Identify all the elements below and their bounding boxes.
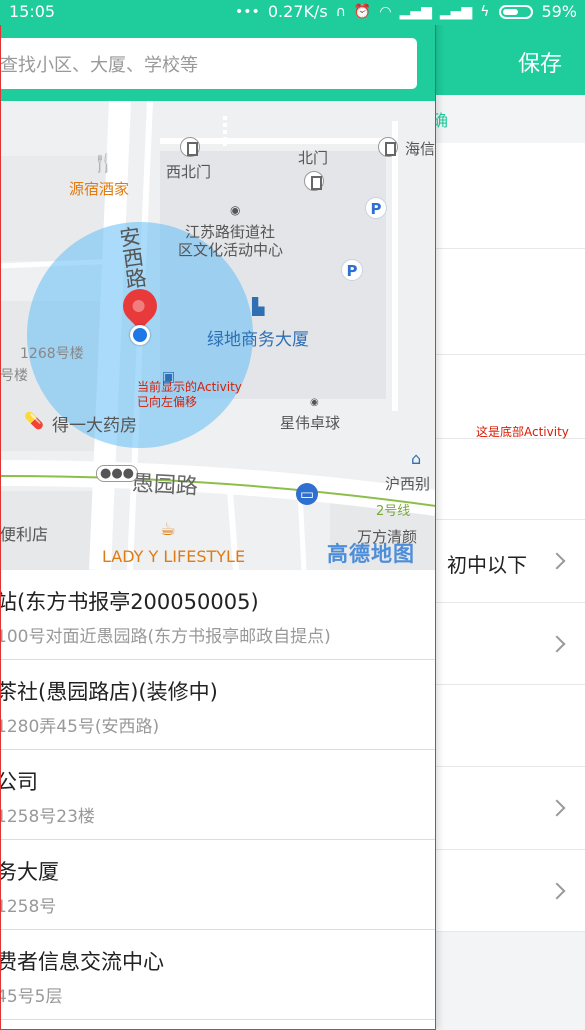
parking-icon: P (365, 197, 387, 219)
map-label-restaurant: 源宿酒家 (69, 180, 130, 198)
map-label-building: 1268号楼 (20, 346, 84, 362)
signal-icon: ▂▄▆ (399, 3, 432, 20)
gate-icon (378, 137, 398, 157)
map-label-cafe: LADY Y LIFESTYLE (102, 547, 246, 566)
net-speed: 0.27K/s (267, 2, 328, 21)
map-label-haixin: 海信 (405, 140, 436, 158)
map-label-road-huiyuan: 愚园路 (131, 471, 199, 500)
cafe-icon: ☕ (160, 519, 177, 540)
amap-logo: 高德地图 (327, 542, 415, 566)
wifi-icon: ◠ (379, 3, 392, 20)
poi-address: 100号对面近愚园路(东方书报亭邮政自提点) (0, 627, 331, 647)
chevron-right-icon (548, 882, 566, 900)
status-bar: 15:05 ••• 0.27K/s ∩ ⏰ ◠ ▂▄▆ ▂▄▆ ϟ 59% (0, 0, 585, 25)
more-dots-icon: ••• (235, 3, 260, 20)
note-line: 已向左偏移 (137, 395, 198, 409)
gate-icon (304, 171, 324, 191)
map-view[interactable]: 🍴 源宿酒家 西北门 北门 海信 P P ◉ 江苏路街道社 区文化活动中心 安西… (0, 101, 436, 570)
battery-percent: 59% (541, 2, 577, 21)
poi-dot-icon: ◉ (230, 203, 241, 217)
gate-icon (180, 137, 200, 157)
map-label-building: 号楼 (0, 368, 28, 384)
signal-icon: ▂▄▆ (439, 3, 473, 20)
note-line: 当前显示的Activity (137, 380, 242, 394)
poi-address: 45号5层 (0, 987, 63, 1007)
map-label-community-center: 区文化活动中心 (178, 241, 284, 259)
charging-icon: ϟ (480, 3, 490, 20)
status-icons: ••• 0.27K/s ∩ ⏰ ◠ ▂▄▆ ▂▄▆ ϟ 59% (235, 2, 577, 21)
chevron-right-icon (548, 799, 566, 817)
restaurant-icon: 🍴 (92, 153, 115, 174)
map-label-pharmacy: 得一大药房 (52, 416, 137, 436)
chevron-right-icon (548, 552, 566, 570)
poi-name: 茶社(愚园路店)(装修中) (0, 680, 218, 704)
office-building-icon: ▙ (252, 297, 265, 316)
list-item[interactable]: 站(东方书报亭200050005) 100号对面近愚园路(东方书报亭邮政自提点) (0, 570, 435, 660)
map-label-north-gate: 北门 (298, 149, 329, 167)
alarm-icon: ⏰ (353, 3, 372, 20)
list-item[interactable]: 公司 1258号23楼 (0, 750, 435, 840)
bus-icon: ▭ (296, 483, 318, 505)
poi-address: 1280弄45号(安西路) (0, 717, 160, 737)
poi-name: 公司 (0, 770, 38, 794)
map-label-hu-xi: 沪西别 (385, 475, 431, 493)
headset-icon: ∩ (335, 3, 346, 20)
battery-icon (499, 4, 534, 19)
search-placeholder: 查找小区、大厦、学校等 (0, 55, 198, 76)
poi-name: 费者信息交流中心 (0, 950, 164, 974)
current-location-icon (130, 325, 150, 345)
status-time: 15:05 (9, 2, 56, 21)
map-label-metro-line: 2号线 (376, 504, 411, 519)
search-input[interactable]: 查找小区、大厦、学校等 (0, 38, 417, 89)
education-value: 初中以下 (447, 553, 527, 577)
map-label-xingwei: 星伟卓球 (280, 414, 341, 432)
poi-name: 站(东方书报亭200050005) (0, 590, 259, 614)
save-button[interactable]: 保存 (518, 46, 562, 78)
list-item[interactable]: 茶社(愚园路店)(装修中) 1280弄45号(安西路) (0, 660, 435, 750)
list-item[interactable]: 费者信息交流中心 45号5层 (0, 930, 435, 1020)
map-label-west-north-gate: 西北门 (166, 163, 212, 181)
poi-dot-icon: ◉ (310, 397, 319, 408)
current-activity-note: 当前显示的Activity 已向左偏移 (137, 380, 242, 410)
current-activity: 查找小区、大厦、学校等 🍴 源宿酒家 西北门 北门 海信 P P ◉ 江苏路街道… (0, 0, 436, 1030)
poi-name: 务大厦 (0, 860, 59, 884)
poi-address: 1258号23楼 (0, 807, 95, 827)
parking-icon: P (341, 259, 363, 281)
list-item[interactable]: 务大厦 1258号 (0, 840, 435, 930)
poi-list: 站(东方书报亭200050005) 100号对面近愚园路(东方书报亭邮政自提点)… (0, 570, 435, 1020)
poi-address: 1258号 (0, 897, 57, 917)
bottom-activity-note: 这是底部Activity (476, 425, 569, 439)
chevron-right-icon (548, 635, 566, 653)
house-icon: ⌂ (411, 449, 422, 468)
map-label-convenience: 便利店 (0, 525, 49, 544)
map-label-lvdi: 绿地商务大厦 (207, 330, 309, 350)
pharmacy-icon: 💊 (24, 411, 44, 430)
